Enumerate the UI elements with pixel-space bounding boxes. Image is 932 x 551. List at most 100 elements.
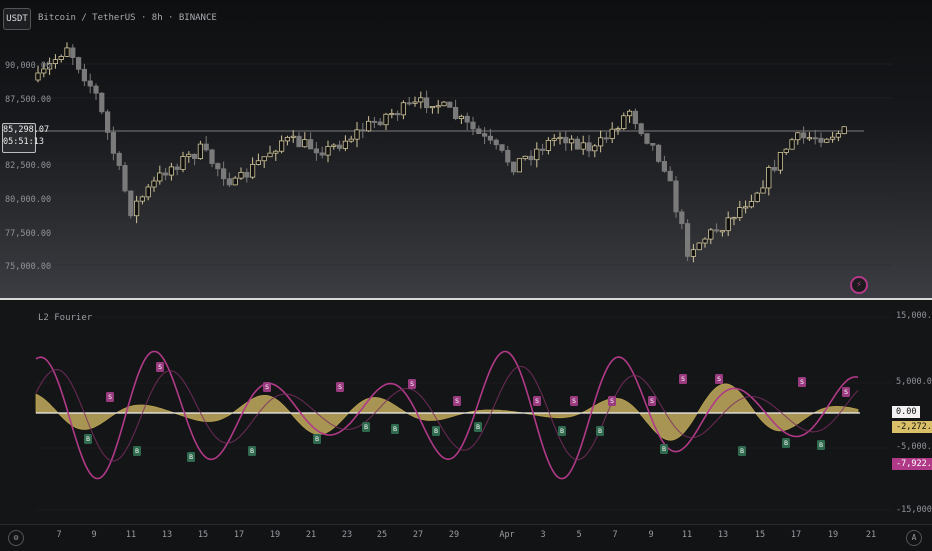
candle-body [638,123,644,135]
candle-body [580,142,586,150]
candle-body [406,102,412,105]
candle-body [168,166,174,176]
candle-body [232,177,238,186]
candle-body [157,172,163,182]
candle-body [220,168,227,180]
time-label: 11 [125,530,137,540]
time-label: 17 [790,530,802,540]
candle-body [737,207,743,218]
tradingview-bolt-icon[interactable]: ⚡ [850,276,868,294]
sell-marker-label: S [108,394,112,401]
candle-body [319,152,325,156]
candle-body [209,149,215,164]
sell-marker-label: S [717,376,721,383]
buy-marker-label: B [393,426,397,433]
candle-body [452,106,459,120]
candle-body [772,167,778,171]
candle-body [621,115,627,129]
buy-marker-label: B [740,448,744,455]
candle-body [215,163,221,170]
buy-marker-label: B [315,436,319,443]
price-label: 82,500.00 [5,161,52,171]
candle-body [249,164,256,178]
time-label: 7 [612,530,618,540]
sell-marker-label: S [572,398,576,405]
buy-marker-label: B [364,424,368,431]
candle-body [743,206,749,209]
buy-marker-label: B [784,440,788,447]
buy-marker-label: B [476,424,480,431]
sell-marker-label: S [158,364,162,371]
candle-body [360,129,366,132]
candle-body [540,148,546,151]
candle-body [818,137,824,143]
candle-body [290,135,296,138]
candle-body [302,139,308,148]
price-label: 87,500.00 [5,95,52,105]
candle-body [377,121,383,126]
candle-body [191,153,198,160]
candle-body [273,150,279,154]
time-label: 11 [681,530,693,540]
candle-body [493,139,499,146]
candle-body [783,148,789,153]
sell-marker-label: S [800,379,804,386]
candle-body [806,137,813,140]
candle-body [841,126,847,135]
currency-badge[interactable]: USDT [3,8,31,30]
time-label: 27 [412,530,424,540]
time-label: 15 [754,530,766,540]
settings-icon[interactable]: ⚙ [8,530,24,546]
candle-body [551,138,557,141]
candle-body [180,156,186,170]
candle-body [603,137,610,140]
candle-body [719,230,726,233]
time-label: 19 [827,530,839,540]
candle-body [313,148,320,154]
candle-body [725,217,731,232]
indicator-scale-label: 5,000.00 [896,377,932,387]
candle-body [470,121,476,130]
sell-marker-label: S [410,381,414,388]
candle-body [534,148,540,161]
sell-marker-label: S [265,384,269,391]
candle-body [789,139,795,150]
candle-body [244,171,250,178]
chart-canvas: S S S S S S S S S S S S S S B B B B B B B B B B B B B B B [35,42,892,511]
time-label: 23 [341,530,353,540]
candle-body [418,97,424,103]
zero-line-tag: 0.00 [892,406,921,418]
auto-scale-icon[interactable]: A [906,530,922,546]
candle-body [830,136,836,140]
candle-body [70,47,76,58]
candle-body [481,133,488,137]
candle-body [35,72,41,81]
current-price: 85,298.07 [3,125,50,135]
indicator-title[interactable]: L2 Fourier [38,313,92,323]
candle-body [331,144,337,147]
candle-body [336,144,343,149]
candle-body [528,155,534,161]
sell-marker-label: S [650,398,654,405]
candle-body [105,111,111,133]
buy-marker-label: B [434,428,438,435]
candle-body [296,135,302,148]
price-label: 75,000.00 [5,262,52,272]
candle-body [690,249,697,257]
candle-body [598,137,604,147]
candle-body [824,138,830,143]
candle-body [52,59,59,65]
candle-body [569,138,575,144]
candle-body [429,106,436,109]
candle-body [307,139,314,150]
indicator-scale-label: -15,000.00 [896,505,932,515]
sell-marker-label: S [455,398,459,405]
buy-marker-label: B [135,448,139,455]
symbol-title[interactable]: Bitcoin / TetherUS · 8h · BINANCE [38,13,217,23]
candle-body [133,200,140,217]
candle-body [255,160,262,165]
candle-body [278,140,285,152]
candle-body [644,133,650,144]
candle-body [609,128,615,139]
candle-body [766,167,772,189]
